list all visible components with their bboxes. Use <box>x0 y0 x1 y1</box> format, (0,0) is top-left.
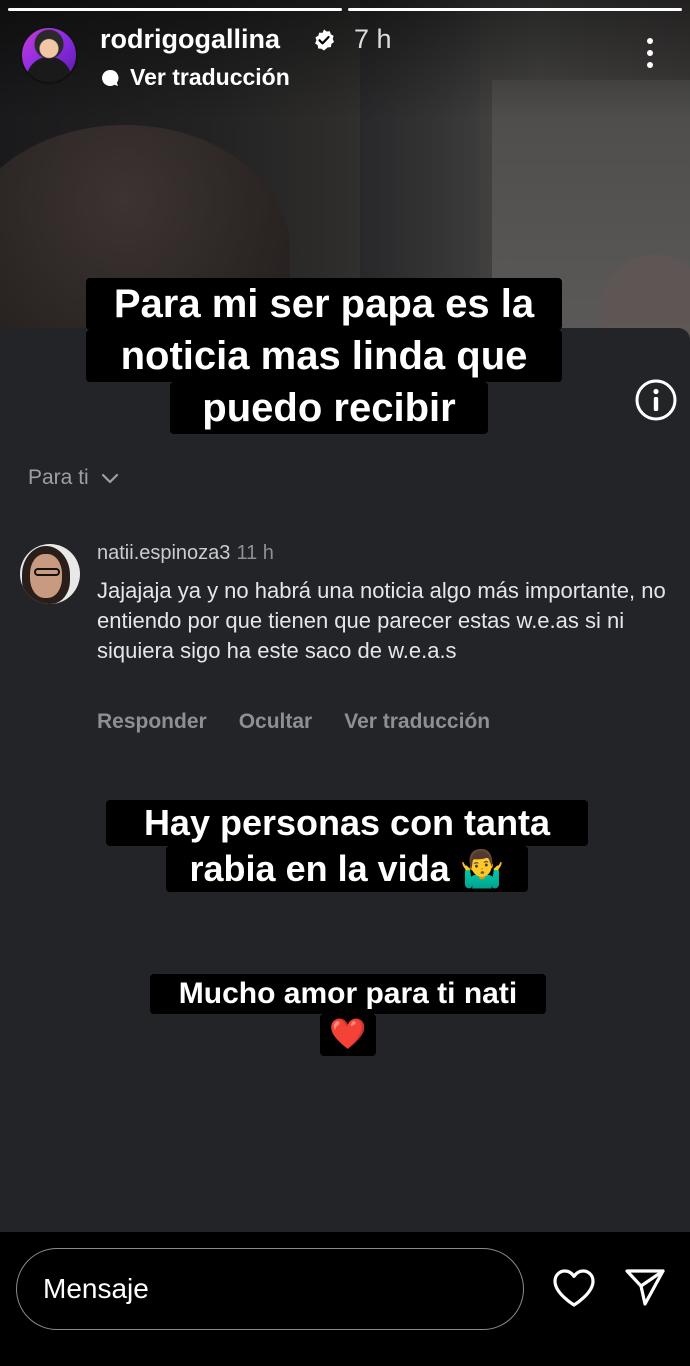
info-icon[interactable] <box>634 378 678 422</box>
comment-actions: Responder Ocultar Ver traducción <box>97 710 490 734</box>
chevron-down-icon <box>101 473 118 484</box>
send-icon[interactable] <box>624 1266 666 1308</box>
progress-segment-active <box>348 8 682 11</box>
caption-top-line-3: puedo recibir <box>170 382 488 434</box>
comment-reply: Responder <box>97 710 207 733</box>
commenter-username: natii.espinoza3 <box>97 542 231 564</box>
story-header: rodrigogallina 7 h Ver traducción <box>20 22 670 92</box>
comment-time: 11 h <box>236 542 274 564</box>
commenter-avatar <box>20 544 80 604</box>
comment-filter-label: Para ti <box>28 466 89 489</box>
caption-top-line-2: noticia mas linda que <box>86 330 562 382</box>
commenter-line: natii.espinoza3 11 h <box>97 542 274 565</box>
message-input[interactable] <box>16 1248 524 1330</box>
more-options-icon[interactable] <box>646 38 654 68</box>
story-canvas[interactable]: rodrigogallina 7 h Ver traducción Para m… <box>0 0 690 1232</box>
author-username[interactable]: rodrigogallina <box>100 24 280 55</box>
caption-bottom-line-1: Mucho amor para ti nati <box>150 974 546 1014</box>
caption-top-line-1: Para mi ser papa es la <box>86 278 562 330</box>
translate-icon <box>102 69 119 86</box>
comment-hide: Ocultar <box>238 710 313 733</box>
glasses-icon <box>34 568 60 576</box>
comment-filter: Para ti <box>28 466 121 490</box>
caption-middle-line-1: Hay personas con tanta <box>106 800 588 846</box>
caption-middle-line-2: rabia en la vida 🤷‍♂️ <box>166 846 528 892</box>
reply-bar <box>0 1232 690 1366</box>
comment-translate: Ver traducción <box>344 710 491 733</box>
caption-bottom-line-2: ❤️ <box>320 1014 376 1056</box>
comment-screenshot-panel <box>0 328 690 1232</box>
heart-icon[interactable] <box>552 1268 596 1308</box>
translate-link[interactable]: Ver traducción <box>100 64 290 91</box>
comment-text: Jajajaja ya y no habrá una noticia algo … <box>97 578 666 663</box>
post-time: 7 h <box>354 24 392 54</box>
translate-label: Ver traducción <box>130 64 290 90</box>
story-progress <box>8 8 682 11</box>
verified-badge-icon <box>315 29 334 51</box>
author-avatar[interactable] <box>20 26 78 84</box>
progress-segment <box>8 8 342 11</box>
